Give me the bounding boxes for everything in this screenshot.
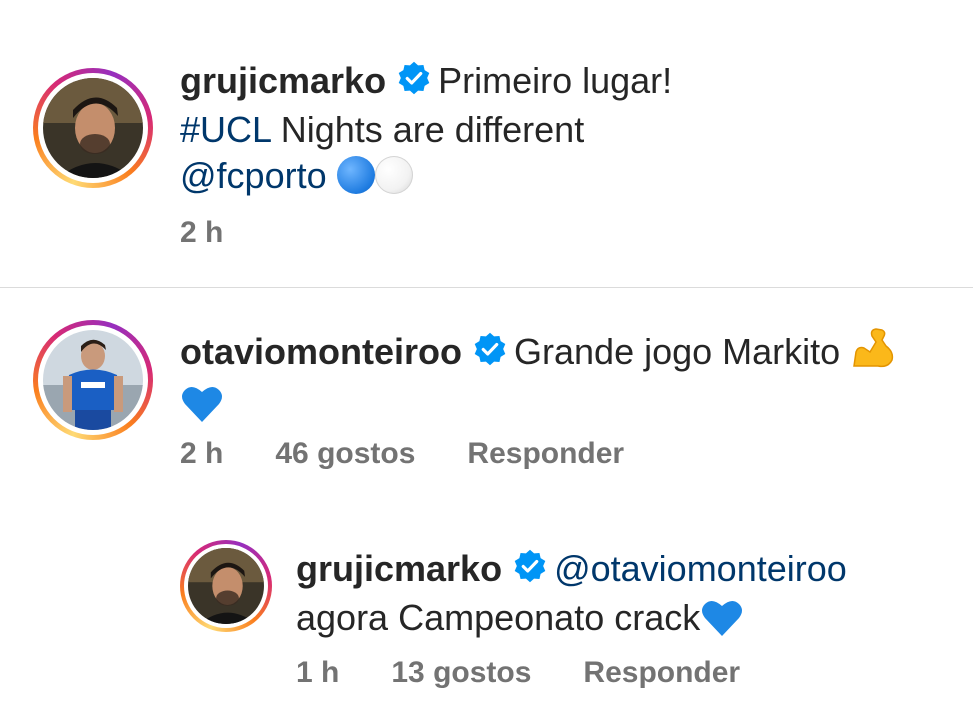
reply-button[interactable]: Responder <box>467 437 624 470</box>
reply-body: grujicmarko @otaviomonteiroo agora Campeo… <box>296 546 956 649</box>
timestamp[interactable]: 2 h <box>180 437 223 470</box>
avatar[interactable] <box>188 548 264 624</box>
avatar-story-ring[interactable] <box>33 68 153 188</box>
reply-meta: 1 h 13 gostos Responder <box>296 656 792 690</box>
comment-meta: 2 h 46 gostos Responder <box>180 437 676 471</box>
comment-meta: 2 h <box>180 216 275 250</box>
username[interactable]: otaviomonteiroo <box>180 331 462 372</box>
comment-text: Primeiro lugar! <box>438 60 673 101</box>
divider <box>0 287 973 288</box>
blue-heart-icon <box>180 384 224 435</box>
reply-text: agora Campeonato crack <box>296 597 701 638</box>
avatar-story-ring[interactable] <box>180 540 272 632</box>
likes-count[interactable]: 13 gostos <box>391 656 531 689</box>
verified-badge-icon <box>512 548 548 595</box>
username[interactable]: grujicmarko <box>296 548 502 589</box>
blue-circle-icon <box>336 156 375 194</box>
mention-link[interactable]: @otaviomonteiroo <box>554 548 847 589</box>
verified-badge-icon <box>472 331 508 378</box>
comment-text-continued: Nights are different <box>270 109 585 150</box>
mention-link[interactable]: @fcporto <box>180 155 327 196</box>
timestamp[interactable]: 1 h <box>296 656 339 689</box>
likes-count[interactable]: 46 gostos <box>275 437 415 470</box>
flexed-biceps-icon <box>850 326 896 381</box>
comment-text: Grande jogo Markito <box>514 331 841 372</box>
hashtag-link[interactable]: #UCL <box>180 109 271 150</box>
blue-heart-icon <box>700 598 744 649</box>
reply-button[interactable]: Responder <box>583 656 740 689</box>
avatar[interactable] <box>43 78 143 178</box>
timestamp[interactable]: 2 h <box>180 216 223 249</box>
white-circle-icon <box>374 156 413 194</box>
verified-badge-icon <box>396 60 432 107</box>
comment-body: grujicmarko Primeiro lugar! #UCL Nights a… <box>180 58 950 199</box>
comment-body: otaviomonteiroo Grande jogo Markito <box>180 326 950 435</box>
username[interactable]: grujicmarko <box>180 60 386 101</box>
avatar[interactable] <box>43 330 143 430</box>
avatar-story-ring[interactable] <box>33 320 153 440</box>
